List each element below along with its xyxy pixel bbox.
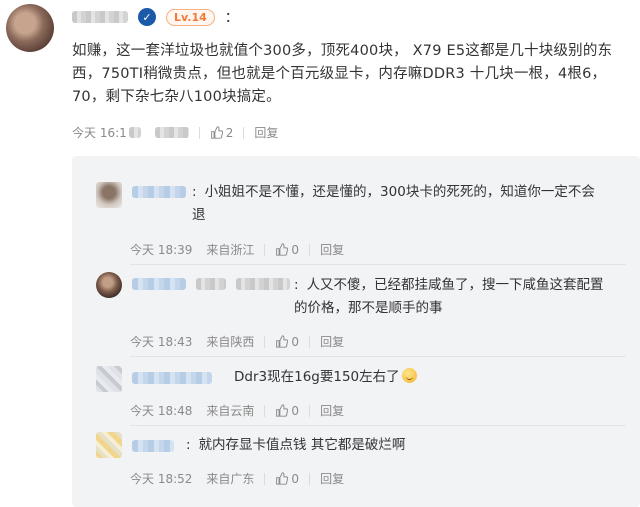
reply-username[interactable]: [132, 276, 290, 292]
level-badge: Lv.14: [166, 8, 215, 26]
reply-meta: 今天 18:48 来自云南 0 回复: [130, 402, 344, 419]
like-button[interactable]: 0: [275, 404, 299, 418]
reply-button[interactable]: 回复: [320, 470, 344, 487]
reply-time: 今天 18:39: [130, 243, 193, 257]
divider: [130, 264, 626, 265]
reply-text: Ddr3现在16g要150左右了: [234, 366, 534, 389]
reply-location: 来自浙江: [206, 243, 255, 257]
comment-time: 今天 16:1: [72, 126, 127, 140]
like-count: 2: [225, 125, 234, 140]
reply-text: : 小姐姐不是不懂，还是懂的，300块卡的死死的，知道你一定不会退: [192, 184, 595, 223]
time-blurred: [128, 127, 141, 138]
reply-text: : 人又不傻，已经都挂咸鱼了，搜一下咸鱼这套配置的价格，那不是顺手的事: [294, 277, 604, 316]
comment-header: ✓ Lv.14 ：: [72, 8, 239, 26]
thumbs-up-icon: [276, 472, 289, 485]
username-blurred[interactable]: [72, 11, 128, 23]
reply-button[interactable]: 回复: [320, 402, 344, 419]
like-button[interactable]: 2: [210, 125, 234, 140]
reply-button[interactable]: 回复: [320, 241, 344, 258]
reply-avatar[interactable]: [96, 366, 122, 392]
reply-avatar[interactable]: [96, 432, 122, 458]
smile-emoji-icon: [401, 368, 417, 383]
divider: [130, 356, 626, 357]
like-count: 0: [291, 334, 300, 349]
thumbs-up-icon: [276, 243, 289, 256]
divider: [130, 425, 626, 426]
comment-meta: 今天 16:1 2 回复: [72, 124, 278, 141]
reply-time: 今天 18:52: [130, 472, 193, 486]
reply-meta: 今天 18:43 来自陕西 0 回复: [130, 333, 344, 350]
thumbs-up-icon: [210, 126, 223, 139]
reply-location: 来自云南: [206, 404, 255, 418]
like-count: 0: [291, 242, 300, 257]
colon: ：: [224, 10, 239, 26]
reply-username[interactable]: [132, 184, 186, 200]
verified-icon: ✓: [138, 8, 156, 26]
reply-time: 今天 18:43: [130, 335, 193, 349]
reply-avatar[interactable]: [96, 272, 122, 298]
reply-username[interactable]: [132, 370, 212, 386]
thumbs-up-icon: [276, 404, 289, 417]
like-count: 0: [291, 471, 300, 486]
like-button[interactable]: 0: [275, 472, 299, 486]
comment-text: 如赚，这一套洋垃圾也就值个300多，顶死400块， X79 E5这都是几十块级别…: [72, 43, 613, 105]
reply-time: 今天 18:48: [130, 404, 193, 418]
reply-location: 来自陕西: [206, 335, 255, 349]
reply-meta: 今天 18:39 来自浙江 0 回复: [130, 241, 344, 258]
reply-username[interactable]: [132, 438, 174, 454]
location-blurred: [154, 127, 189, 138]
reply-location: 来自广东: [206, 472, 255, 486]
like-button[interactable]: 0: [275, 243, 299, 257]
thumbs-up-icon: [276, 335, 289, 348]
reply-meta: 今天 18:52 来自广东 0 回复: [130, 470, 344, 487]
like-button[interactable]: 0: [275, 335, 299, 349]
reply-text: : 就内存显卡值点钱 其它都是破烂啊: [186, 437, 406, 453]
user-avatar[interactable]: [6, 4, 54, 52]
like-count: 0: [291, 403, 300, 418]
reply-avatar[interactable]: [96, 182, 122, 208]
reply-button[interactable]: 回复: [320, 333, 344, 350]
reply-button[interactable]: 回复: [254, 124, 278, 141]
